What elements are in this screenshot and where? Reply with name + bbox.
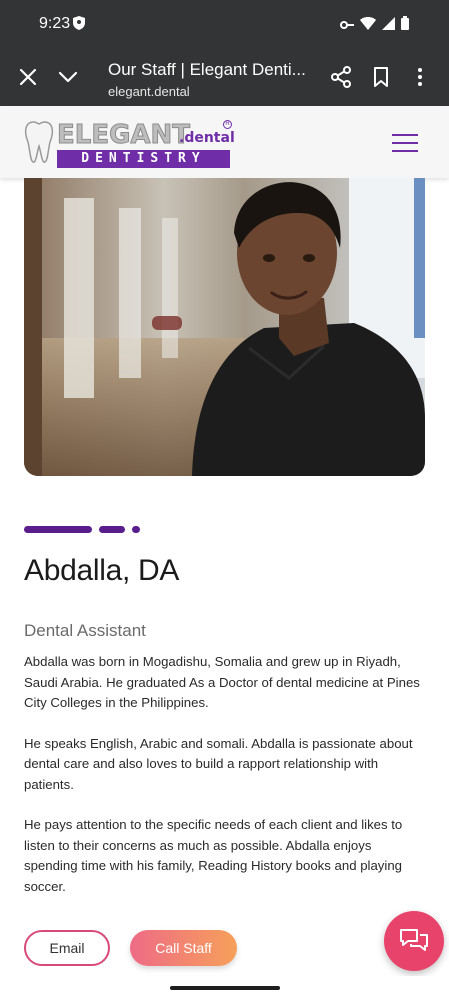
gesture-nav-bar	[0, 976, 449, 1000]
more-vert-icon[interactable]	[408, 65, 432, 89]
email-button[interactable]: Email	[24, 930, 110, 966]
hamburger-menu-icon[interactable]	[392, 134, 418, 154]
staff-role: Dental Assistant	[24, 621, 146, 640]
wifi-icon	[360, 16, 376, 35]
signal-icon	[382, 16, 395, 35]
staff-photo	[24, 178, 425, 476]
chat-button[interactable]	[384, 911, 444, 971]
bookmark-icon[interactable]	[369, 65, 393, 89]
bio-paragraph: He speaks English, Arabic and somali. Ab…	[24, 735, 413, 792]
bio-paragraph: He pays attention to the specific needs …	[24, 817, 403, 894]
chat-icon	[400, 929, 428, 951]
status-time: 9:23	[39, 15, 71, 32]
tooth-logo-icon	[24, 121, 54, 163]
staff-bio: Abdalla was born in Mogadishu, Somalia a…	[24, 652, 424, 917]
system-icons	[340, 16, 409, 35]
status-bar: 9:23	[0, 0, 449, 48]
browser-toolbar: Our Staff | Elegant Denti... elegant.den…	[0, 48, 449, 106]
logo-wordmark: ELEGANT	[56, 120, 191, 150]
vpn-key-icon	[340, 17, 354, 35]
chevron-down-icon[interactable]	[56, 65, 80, 89]
page-title: Our Staff | Elegant Denti...	[108, 60, 306, 79]
battery-icon	[401, 16, 409, 35]
call-staff-button[interactable]: Call Staff	[130, 930, 237, 966]
close-icon[interactable]	[16, 65, 40, 89]
site-logo[interactable]: ELEGANT .dental R DENTISTRY	[24, 120, 235, 170]
page-url[interactable]: elegant.dental	[108, 84, 190, 99]
share-icon[interactable]	[329, 65, 353, 89]
shield-icon	[73, 16, 85, 35]
bio-paragraph: Abdalla was born in Mogadishu, Somalia a…	[24, 654, 420, 710]
staff-name: Abdalla, DA	[24, 554, 180, 587]
site-header: ELEGANT .dental R DENTISTRY	[0, 106, 449, 178]
logo-suffix: .dental	[179, 130, 235, 146]
logo-dentistry-bar: DENTISTRY	[57, 150, 230, 168]
home-indicator[interactable]	[170, 986, 280, 990]
registered-mark: R	[223, 120, 232, 129]
